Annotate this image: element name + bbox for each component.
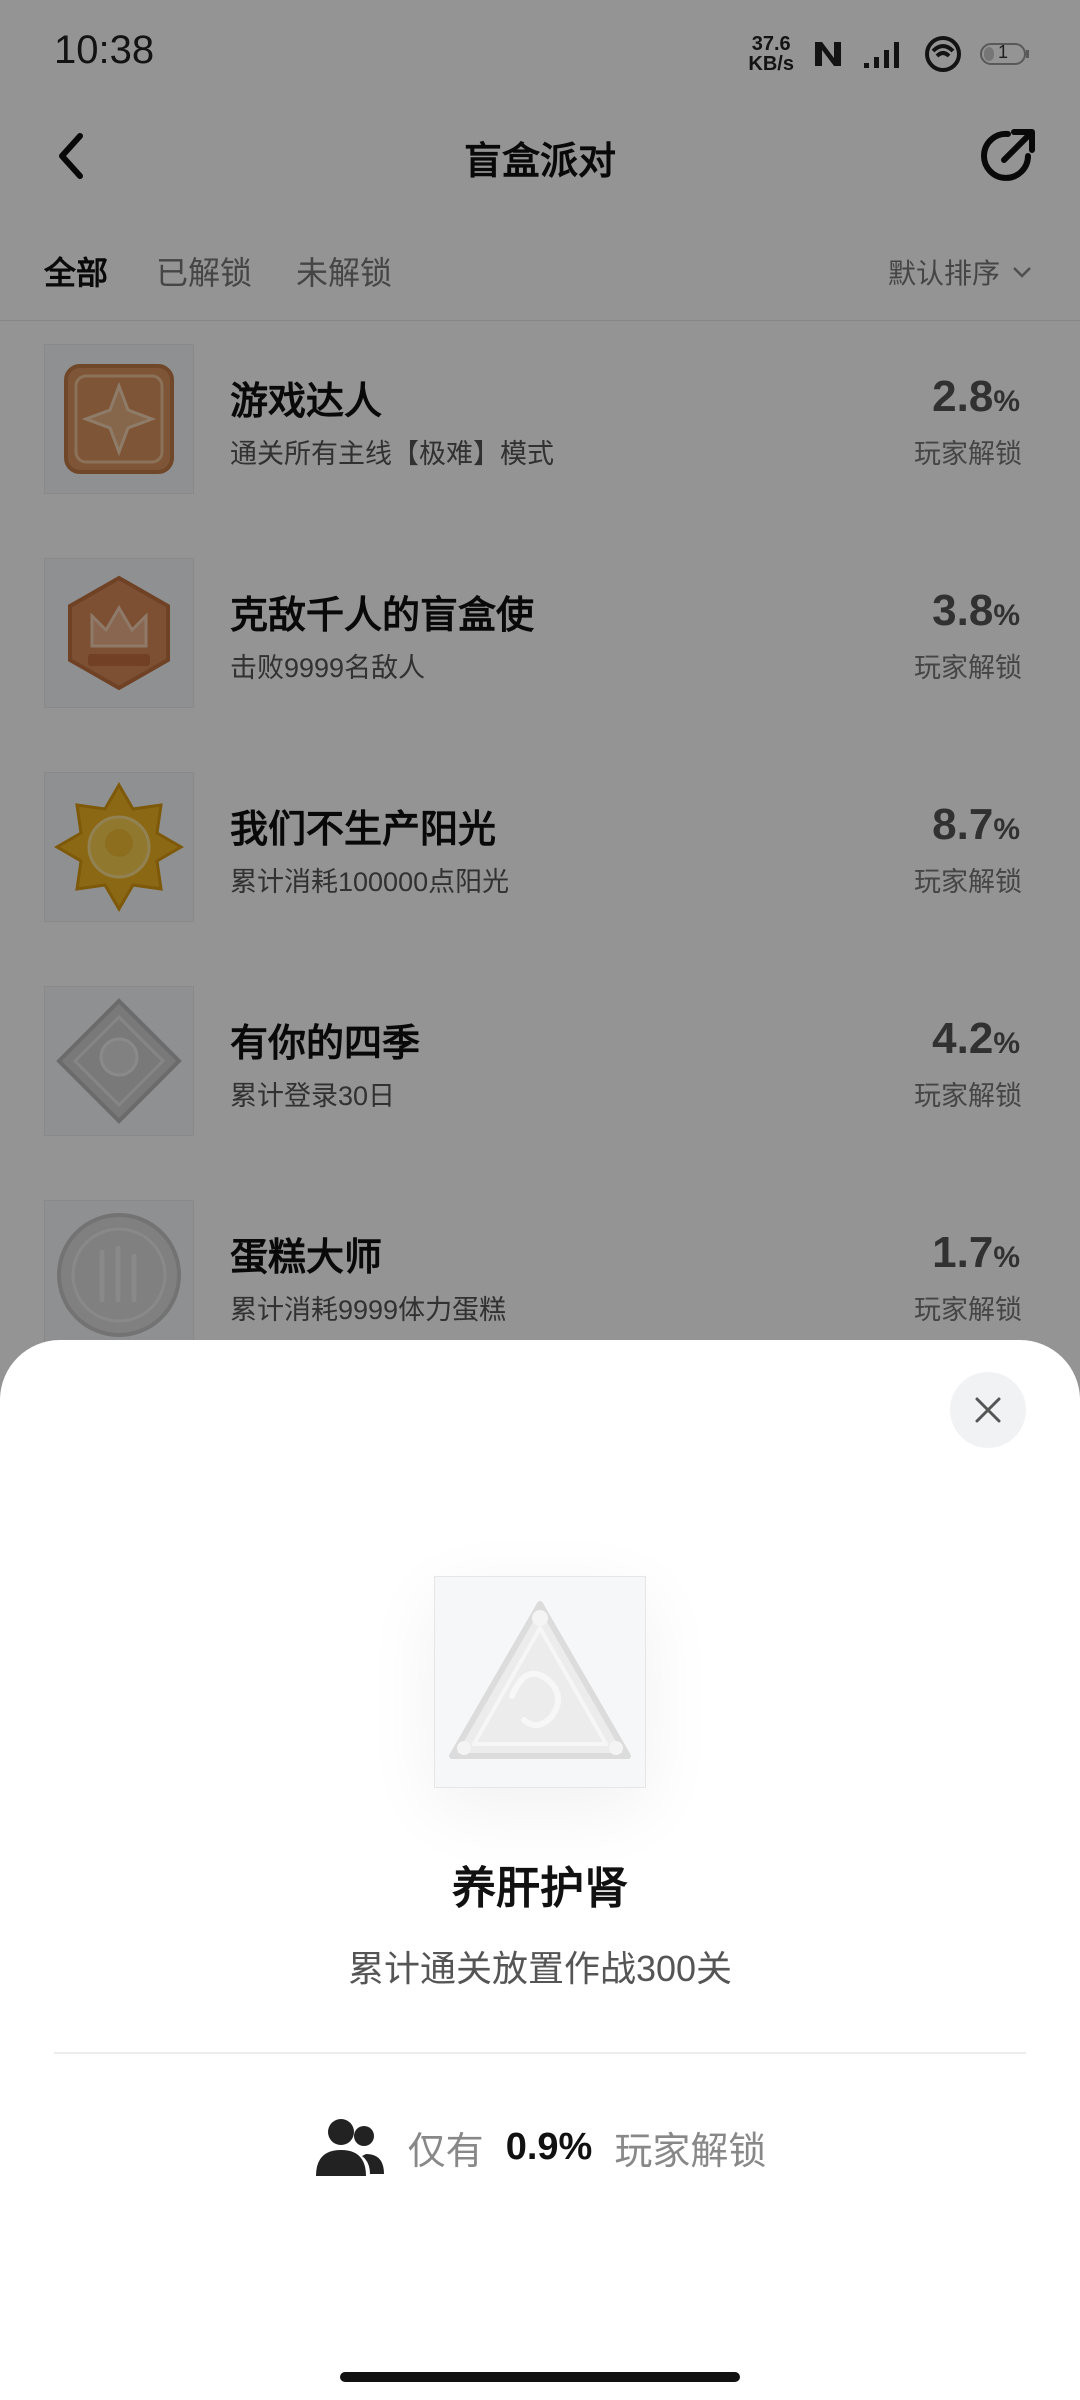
stat-suffix: 玩家解锁 [614, 2130, 767, 2173]
close-icon [975, 1397, 1001, 1423]
achievement-detail-sheet: 养肝护肾 累计通关放置作战300关 仅有 0.9% 玩家解锁 [0, 1340, 1080, 2400]
sheet-divider [54, 2052, 1026, 2054]
sheet-badge [434, 1576, 646, 1788]
sheet-description: 累计通关放置作战300关 [347, 1948, 733, 1989]
sheet-title: 养肝护肾 [452, 1864, 628, 1913]
home-indicator[interactable] [340, 2372, 740, 2382]
unlock-stat: 仅有 0.9% 玩家解锁 [0, 2116, 1080, 2178]
users-icon [315, 2119, 384, 2176]
stat-percent: 0.9% [505, 2125, 593, 2168]
stat-prefix: 仅有 [407, 2130, 484, 2173]
close-button[interactable] [950, 1372, 1026, 1448]
triangle-badge-icon [449, 1601, 631, 1759]
